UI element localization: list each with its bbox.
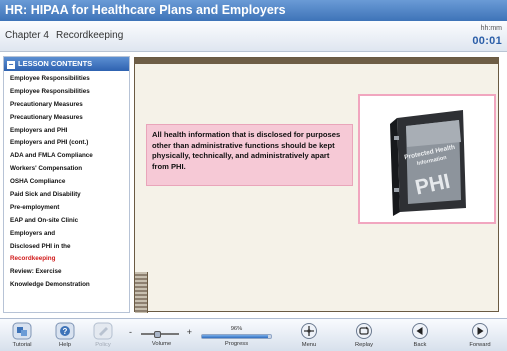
volume-control[interactable]: - + Volume bbox=[129, 326, 194, 348]
volume-up-icon[interactable]: + bbox=[187, 327, 192, 337]
bottom-toolbar: Tutorial ? Help Policy - + Volume 96% Pr… bbox=[0, 318, 507, 351]
back-arrow-icon bbox=[412, 323, 428, 339]
slide-top-border bbox=[135, 58, 498, 64]
lesson-item[interactable]: OSHA Compliance bbox=[10, 176, 129, 189]
replay-label: Replay bbox=[354, 342, 374, 348]
lesson-list: Employee Responsibilities Employee Respon… bbox=[4, 71, 129, 292]
forward-arrow-icon bbox=[472, 323, 488, 339]
menu-button[interactable]: Menu bbox=[294, 322, 324, 348]
lesson-item[interactable]: Pre-employment bbox=[10, 202, 129, 215]
menu-icon bbox=[301, 323, 317, 339]
help-label: Help bbox=[59, 342, 71, 348]
back-label: Back bbox=[413, 342, 427, 348]
policy-label: Policy bbox=[95, 342, 111, 348]
tutorial-button[interactable]: Tutorial bbox=[3, 322, 41, 348]
replay-icon bbox=[356, 323, 372, 339]
tutorial-icon bbox=[12, 322, 32, 340]
timer-label: hh:mm bbox=[480, 25, 502, 32]
info-callout: All health information that is disclosed… bbox=[146, 124, 353, 186]
forward-button[interactable]: Forward bbox=[460, 322, 500, 348]
volume-down-icon[interactable]: - bbox=[129, 327, 132, 337]
lesson-item[interactable]: Review: Exercise bbox=[10, 266, 129, 279]
window-title: HR: HIPAA for Healthcare Plans and Emplo… bbox=[0, 0, 507, 21]
lesson-item[interactable]: Disclosed PHI in the bbox=[10, 241, 129, 254]
volume-label: Volume bbox=[151, 341, 172, 347]
help-icon: ? bbox=[55, 322, 75, 340]
menu-label: Menu bbox=[301, 342, 317, 348]
progress-indicator: 96% Progress bbox=[201, 326, 272, 348]
lesson-contents-panel: − LESSON CONTENTS Employee Responsibiliti… bbox=[3, 56, 130, 313]
tutorial-label: Tutorial bbox=[12, 342, 32, 348]
lesson-item[interactable]: EAP and On-site Clinic bbox=[10, 215, 129, 228]
lesson-item[interactable]: Workers' Compensation bbox=[10, 163, 129, 176]
timer-value: 00:01 bbox=[472, 35, 502, 47]
progress-bar bbox=[201, 334, 272, 339]
lesson-item[interactable]: Employee Responsibilities bbox=[10, 86, 129, 99]
forward-label: Forward bbox=[469, 342, 491, 348]
slide-scroll-rail[interactable] bbox=[135, 272, 148, 313]
lesson-item[interactable]: Employers and PHI (cont.) bbox=[10, 137, 129, 150]
progress-label: Progress bbox=[224, 341, 249, 347]
chapter-number: Chapter 4 bbox=[5, 30, 49, 41]
lesson-item[interactable]: Employers and bbox=[10, 228, 129, 241]
lesson-item[interactable]: ADA and FMLA Compliance bbox=[10, 150, 129, 163]
lesson-item-active[interactable]: Recordkeeping bbox=[10, 253, 129, 266]
lesson-item[interactable]: Paid Sick and Disability bbox=[10, 189, 129, 202]
lesson-item[interactable]: Employee Responsibilities bbox=[10, 73, 129, 86]
progress-bar-fill bbox=[202, 335, 269, 338]
policy-button[interactable]: Policy bbox=[86, 322, 120, 348]
phi-binder-image: Protected Health Information PHI bbox=[390, 110, 466, 216]
chapter-bar: Chapter 4 Recordkeeping hh:mm 00:01 bbox=[0, 21, 507, 52]
chapter-title: Recordkeeping bbox=[56, 30, 124, 41]
collapse-icon[interactable]: − bbox=[7, 61, 15, 69]
progress-percent: 96% bbox=[230, 326, 243, 332]
help-button[interactable]: ? Help bbox=[48, 322, 82, 348]
lesson-contents-title: LESSON CONTENTS bbox=[18, 59, 93, 68]
replay-button[interactable]: Replay bbox=[347, 322, 381, 348]
back-button[interactable]: Back bbox=[405, 322, 435, 348]
lesson-item[interactable]: Precautionary Measures bbox=[10, 112, 129, 125]
volume-slider-knob[interactable] bbox=[154, 331, 162, 338]
volume-slider-track[interactable] bbox=[141, 331, 179, 338]
lesson-item[interactable]: Employers and PHI bbox=[10, 125, 129, 138]
slide-content: All health information that is disclosed… bbox=[134, 57, 499, 313]
lesson-contents-header[interactable]: − LESSON CONTENTS bbox=[4, 57, 129, 71]
policy-icon bbox=[93, 322, 113, 340]
volume-row: - + bbox=[129, 327, 194, 339]
lesson-item[interactable]: Precautionary Measures bbox=[10, 99, 129, 112]
lesson-item[interactable]: Knowledge Demonstration bbox=[10, 279, 129, 292]
binder-image-frame: Protected Health Information PHI bbox=[358, 94, 496, 224]
svg-text:?: ? bbox=[63, 327, 68, 336]
